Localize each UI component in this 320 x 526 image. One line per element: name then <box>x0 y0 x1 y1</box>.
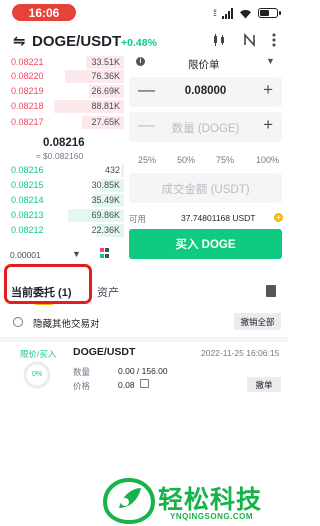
bid-qty: 69.86K <box>91 210 120 220</box>
percent-100[interactable]: 100% <box>256 155 279 165</box>
fill-percent: 0% <box>31 371 43 378</box>
depth-precision-select[interactable]: 0.00001 <box>10 250 41 260</box>
bid-price: 0.08214 <box>11 195 44 205</box>
bid-qty: 22.36K <box>91 225 120 235</box>
status-icons: ⁞⁞ <box>212 6 281 20</box>
pair-change: +0.48% <box>121 37 157 49</box>
ask-price: 0.08220 <box>11 71 44 81</box>
book-layout-icon[interactable] <box>100 248 110 258</box>
price-field[interactable]: — 0.08000 + <box>129 77 282 107</box>
available-balance: 37.74801168 USDT <box>181 213 256 223</box>
increase-amount-button[interactable]: + <box>263 115 273 135</box>
candlestick-icon[interactable] <box>212 33 227 47</box>
ask-qty: 76.36K <box>91 71 120 81</box>
mid-price-usd: ≈ $0.082160 <box>36 151 84 161</box>
chevron-down-icon[interactable]: ▼ <box>72 249 81 259</box>
ask-row[interactable]: 0.08218 88.81K <box>0 100 124 113</box>
ask-row[interactable]: 0.08217 27.65K <box>0 116 124 129</box>
ask-price: 0.08218 <box>11 101 44 111</box>
bid-row[interactable]: 0.08212 22.36K <box>0 224 124 237</box>
wifi-icon <box>240 9 251 18</box>
more-icon[interactable] <box>272 33 276 47</box>
order-type-label[interactable]: 限价单 <box>188 57 220 72</box>
ask-qty: 27.65K <box>91 117 120 127</box>
watermark-title: 轻松科技 <box>158 486 263 514</box>
bid-row[interactable]: 0.08214 35.49K <box>0 194 124 207</box>
order-date: 2022-11-25 16:06:15 <box>201 348 280 358</box>
bid-qty: 432 <box>104 165 120 175</box>
add-funds-icon[interactable]: + <box>274 213 283 222</box>
battery-icon <box>258 8 281 18</box>
section-divider <box>0 337 288 342</box>
percent-50[interactable]: 50% <box>177 155 195 165</box>
info-icon[interactable]: i <box>136 57 145 66</box>
increase-price-button[interactable]: + <box>263 80 273 100</box>
ask-price: 0.08217 <box>11 117 44 127</box>
ask-row[interactable]: 0.08221 33.51K <box>0 56 124 69</box>
bid-price: 0.08216 <box>11 165 44 175</box>
order-pair: DOGE/USDT <box>73 346 136 358</box>
order-price-value: 0.08 <box>118 380 135 390</box>
bid-price: 0.08213 <box>11 210 44 220</box>
watermark-subtitle: YNQINGSONG.COM <box>170 512 254 521</box>
buy-button[interactable]: 买入 DOGE <box>129 229 282 259</box>
price-input[interactable]: 0.08000 <box>129 85 282 97</box>
hide-other-pairs-label[interactable]: 隐藏其他交易对 <box>33 316 100 330</box>
bid-price: 0.08215 <box>11 180 44 190</box>
edit-icon[interactable] <box>140 379 149 388</box>
ask-price: 0.08219 <box>11 86 44 96</box>
order-side-tag: 限价/买入 <box>20 349 57 359</box>
mid-price[interactable]: 0.08216 <box>43 137 85 149</box>
percent-25[interactable]: 25% <box>138 155 156 165</box>
ask-qty: 26.69K <box>91 86 120 96</box>
bid-row[interactable]: 0.08216 432 <box>0 164 124 177</box>
percent-75[interactable]: 75% <box>216 155 234 165</box>
chevron-down-icon[interactable]: ▼ <box>266 56 275 66</box>
watermark-logo <box>103 478 155 524</box>
ask-qty: 88.81K <box>91 101 120 111</box>
amount-input[interactable]: 数量 (DOGE) <box>129 120 282 136</box>
status-bar: 16:06 ⁞⁞ <box>0 0 288 26</box>
bid-price: 0.08212 <box>11 225 44 235</box>
ask-qty: 33.51K <box>91 57 120 67</box>
bid-row[interactable]: 0.08213 69.86K <box>0 209 124 222</box>
cancel-order-button[interactable]: 撤单 <box>247 377 281 392</box>
swap-pair-icon[interactable]: ⇋ <box>13 32 26 50</box>
pair-title[interactable]: DOGE/USDT <box>32 33 121 50</box>
annotation-highlight-box <box>4 264 92 304</box>
qty-label: 数量 <box>73 367 91 377</box>
order-history-icon[interactable] <box>266 285 276 297</box>
bid-qty: 30.85K <box>91 180 120 190</box>
total-input[interactable]: 成交金额 (USDT) <box>129 181 282 197</box>
bid-qty: 35.49K <box>91 195 120 205</box>
ask-price: 0.08221 <box>11 57 44 67</box>
total-field[interactable]: 成交金额 (USDT) <box>129 173 282 203</box>
bid-row[interactable]: 0.08215 30.85K <box>0 179 124 192</box>
price-label: 价格 <box>73 381 91 391</box>
cellular-signal-icon <box>222 7 233 19</box>
cancel-all-button[interactable]: 撤销全部 <box>234 313 281 330</box>
ask-row[interactable]: 0.08219 26.69K <box>0 85 124 98</box>
amount-field[interactable]: — 数量 (DOGE) + <box>129 112 282 142</box>
ask-row[interactable]: 0.08220 76.36K <box>0 70 124 83</box>
bid-depth-bar <box>120 164 124 177</box>
qty-value: 0.00 / 156.00 <box>118 366 168 376</box>
available-label: 可用 <box>129 214 147 224</box>
header-actions <box>212 33 276 47</box>
dots-icon: ⁞⁞ <box>212 8 217 18</box>
hide-other-pairs-checkbox[interactable] <box>13 317 23 327</box>
status-time: 16:06 <box>12 4 76 21</box>
indicator-icon[interactable] <box>243 33 256 47</box>
tab-assets[interactable]: 资产 <box>97 284 119 300</box>
